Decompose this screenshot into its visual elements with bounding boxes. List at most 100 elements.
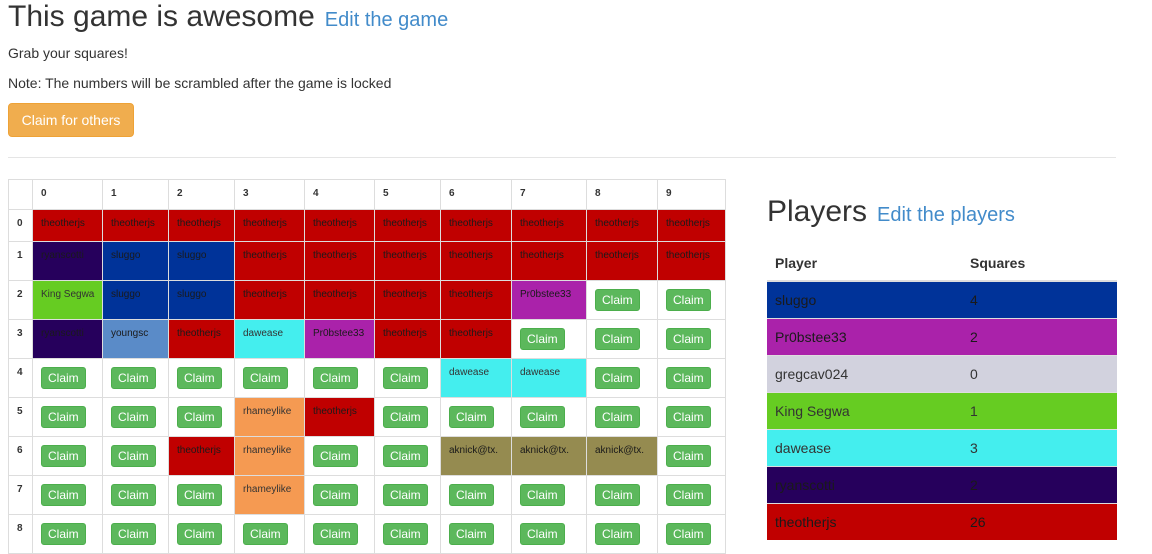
claim-button[interactable]: Claim (177, 523, 222, 545)
claim-button[interactable]: Claim (243, 367, 288, 389)
claim-button[interactable]: Claim (520, 406, 565, 428)
claim-button[interactable]: Claim (313, 523, 358, 545)
player-name: ryanscotti (767, 465, 962, 503)
grid-square-open: Claim (657, 358, 726, 398)
grid-header-row: 0123456789 (8, 179, 726, 210)
grid-square-open: Claim (32, 475, 103, 515)
claim-button[interactable]: Claim (595, 484, 640, 506)
players-table-header: Player Squares (767, 245, 1117, 282)
grid-square-open: Claim (657, 436, 726, 476)
grid-row-header: 4 (8, 358, 33, 398)
grid-row: 4 Claim Claim Claim Claim Claim Claim dawease da… (8, 358, 726, 398)
claim-button[interactable]: Claim (41, 445, 86, 467)
claim-button[interactable]: Claim (595, 328, 640, 350)
grid-square-open: Claim (102, 514, 169, 554)
grid-square-claimed: aknick@tx. (440, 436, 512, 476)
claim-button[interactable]: Claim (666, 484, 711, 506)
player-row: ryanscotti 2 (767, 465, 1117, 503)
grid-square-claimed: ryanscotti (32, 241, 103, 281)
grid-square-claimed: sluggo (102, 280, 169, 320)
grid-square-claimed: theotherjs (168, 209, 235, 242)
square-owner: rhameylike (243, 406, 292, 417)
grid-square-open: Claim (102, 475, 169, 515)
grid-square-open: Claim (168, 514, 235, 554)
claim-button[interactable]: Claim (520, 328, 565, 350)
claim-button[interactable]: Claim (177, 406, 222, 428)
claim-button[interactable]: Claim (520, 484, 565, 506)
grid-square-claimed: theotherjs (440, 280, 512, 320)
grid-square-open: Claim (657, 280, 726, 320)
claim-button[interactable]: Claim (666, 367, 711, 389)
claim-button[interactable]: Claim (595, 406, 640, 428)
claim-button[interactable]: Claim (383, 445, 428, 467)
grid-square-open: Claim (304, 436, 375, 476)
grid-row: 3 ryanscotti youngsc theotherjs dawease Pr0bs… (8, 319, 726, 359)
claim-button[interactable]: Claim (383, 367, 428, 389)
player-name: gregcav024 (767, 354, 962, 392)
claim-button[interactable]: Claim (111, 523, 156, 545)
claim-button[interactable]: Claim (595, 523, 640, 545)
grid-square-claimed: rhameylike (234, 475, 305, 515)
edit-game-link[interactable]: Edit the game (325, 9, 448, 32)
claim-button[interactable]: Claim (449, 523, 494, 545)
claim-button[interactable]: Claim (595, 367, 640, 389)
claim-button[interactable]: Claim (666, 445, 711, 467)
square-owner: ryanscotti (41, 328, 84, 339)
claim-button[interactable]: Claim (666, 289, 711, 311)
claim-button[interactable]: Claim (177, 484, 222, 506)
grid-col-header: 9 (657, 179, 726, 210)
claim-button[interactable]: Claim (666, 406, 711, 428)
square-owner: theotherjs (313, 250, 357, 261)
grid-row-header: 6 (8, 436, 33, 476)
grid-square-open: Claim (374, 358, 441, 398)
claim-button[interactable]: Claim (383, 406, 428, 428)
claim-button[interactable]: Claim (243, 523, 288, 545)
claim-button[interactable]: Claim (383, 484, 428, 506)
col-player: Player (767, 245, 962, 282)
square-owner: theotherjs (177, 328, 221, 339)
square-owner: sluggo (177, 250, 207, 261)
grid-square-open: Claim (32, 436, 103, 476)
square-owner: ryanscotti (41, 250, 84, 261)
claim-button[interactable]: Claim (111, 484, 156, 506)
claim-button[interactable]: Claim (666, 523, 711, 545)
square-owner: theotherjs (595, 218, 639, 229)
grid-square-open: Claim (657, 319, 726, 359)
player-name: theotherjs (767, 502, 962, 540)
player-row: King Segwa 1 (767, 391, 1117, 429)
grid-square-claimed: sluggo (168, 241, 235, 281)
claim-button[interactable]: Claim (111, 406, 156, 428)
claim-button[interactable]: Claim (177, 367, 222, 389)
grid-row-header: 1 (8, 241, 33, 281)
claim-button[interactable]: Claim (111, 445, 156, 467)
grid-square-claimed: dawease (511, 358, 587, 398)
claim-button[interactable]: Claim (41, 367, 86, 389)
claim-button[interactable]: Claim (449, 484, 494, 506)
grid-square-claimed: theotherjs (374, 241, 441, 281)
claim-button[interactable]: Claim (666, 328, 711, 350)
square-owner: theotherjs (666, 250, 710, 261)
claim-button[interactable]: Claim (41, 523, 86, 545)
claim-button[interactable]: Claim (449, 406, 494, 428)
claim-button[interactable]: Claim (41, 406, 86, 428)
grid-square-open: Claim (102, 358, 169, 398)
player-row: Pr0bstee33 2 (767, 317, 1117, 355)
players-table: Player Squares sluggo 4 Pr0bstee33 2 gregcav… (767, 245, 1117, 540)
claim-button[interactable]: Claim (41, 484, 86, 506)
grid-square-claimed: theotherjs (234, 280, 305, 320)
claim-button[interactable]: Claim (313, 484, 358, 506)
claim-for-others-button[interactable]: Claim for others (8, 103, 134, 137)
claim-button[interactable]: Claim (313, 445, 358, 467)
edit-players-link[interactable]: Edit the players (877, 204, 1015, 227)
claim-button[interactable]: Claim (595, 289, 640, 311)
claim-button[interactable]: Claim (313, 367, 358, 389)
square-owner: dawease (520, 367, 561, 378)
grid-square-claimed: dawease (440, 358, 512, 398)
claim-button[interactable]: Claim (383, 523, 428, 545)
grid-square-open: Claim (102, 436, 169, 476)
player-name: Pr0bstee33 (767, 317, 962, 355)
claim-button[interactable]: Claim (111, 367, 156, 389)
square-owner: Pr0bstee33 (520, 289, 572, 300)
claim-button[interactable]: Claim (520, 523, 565, 545)
grid-square-claimed: theotherjs (586, 241, 658, 281)
